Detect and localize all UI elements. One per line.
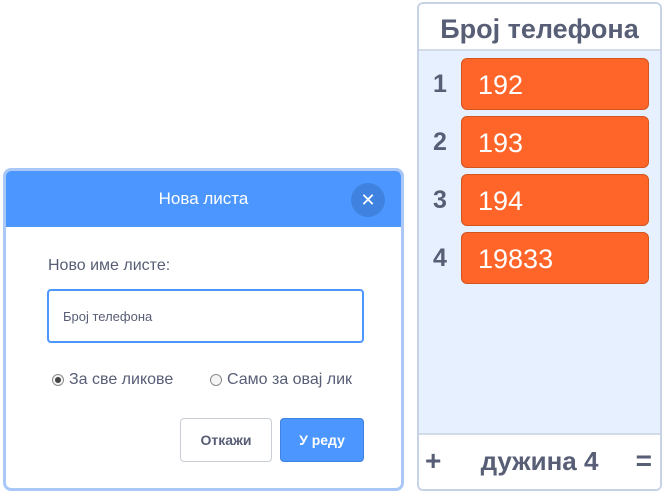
list-item-index: 1 [433, 70, 447, 98]
radio-all-sprites[interactable]: За све ликове [52, 371, 173, 389]
list-item-index: 4 [433, 244, 447, 272]
resize-handle-icon[interactable]: = [636, 435, 652, 487]
list-name-input[interactable] [47, 289, 364, 343]
list-item-value[interactable]: 19833 [461, 232, 649, 284]
cancel-button[interactable]: Откажи [180, 418, 272, 462]
list-item-index: 2 [433, 128, 447, 156]
radio-this-sprite-only[interactable]: Само за овај лик [210, 371, 352, 389]
list-monitor-footer: + дужина 4 = [419, 433, 660, 489]
radio-unselected-icon[interactable] [210, 374, 222, 386]
list-monitor-title: Број телефона [440, 14, 639, 44]
close-button[interactable]: ✕ [351, 183, 385, 217]
list-item: 1 192 [419, 58, 660, 110]
list-name-label: Ново име листе: [48, 257, 171, 274]
list-item-value[interactable]: 194 [461, 174, 649, 226]
dialog-title: Нова листа [158, 189, 249, 208]
list-item-value[interactable]: 193 [461, 116, 649, 168]
close-icon: ✕ [360, 190, 376, 210]
ok-button[interactable]: У реду [280, 418, 364, 462]
list-length-label: дужина 4 [480, 446, 599, 476]
dialog-header: Нова листа ✕ [6, 171, 401, 227]
radio-this-sprite-only-label: Само за овај лик [227, 371, 353, 388]
list-monitor: Број телефона 1 192 2 193 3 194 4 19833 … [417, 2, 662, 491]
radio-selected-icon[interactable] [52, 374, 64, 386]
list-item-index: 3 [433, 186, 447, 214]
list-item: 2 193 [419, 116, 660, 168]
list-item: 4 19833 [419, 232, 660, 284]
list-item-value[interactable]: 192 [461, 58, 649, 110]
list-monitor-header: Број телефона [419, 4, 660, 51]
radio-all-sprites-label: За све ликове [69, 371, 174, 388]
new-list-dialog: Нова листа ✕ Ново име листе: За све лико… [3, 168, 404, 491]
list-item: 3 194 [419, 174, 660, 226]
